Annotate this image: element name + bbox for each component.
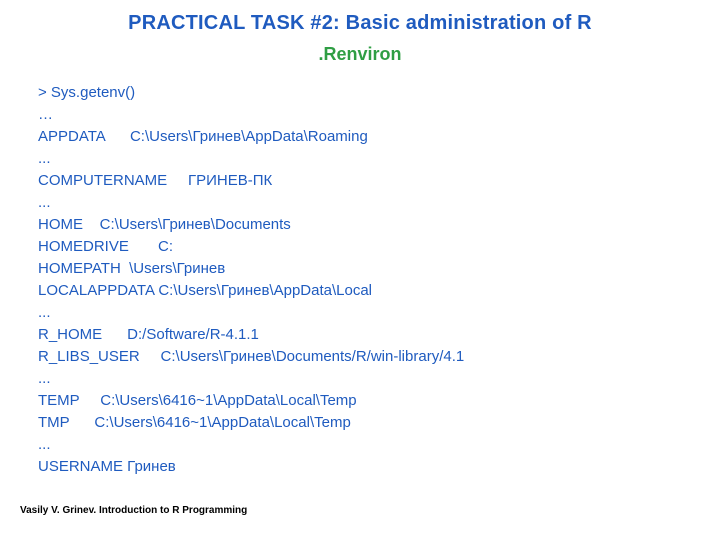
footer-text: Vasily V. Grinev. Introduction to R Prog… <box>20 505 247 516</box>
page-subtitle: .Renviron <box>0 44 720 65</box>
code-block: > Sys.getenv() … APPDATA C:\Users\Гринев… <box>38 82 678 478</box>
page-title: PRACTICAL TASK #2: Basic administration … <box>0 12 720 35</box>
slide: PRACTICAL TASK #2: Basic administration … <box>0 0 720 540</box>
